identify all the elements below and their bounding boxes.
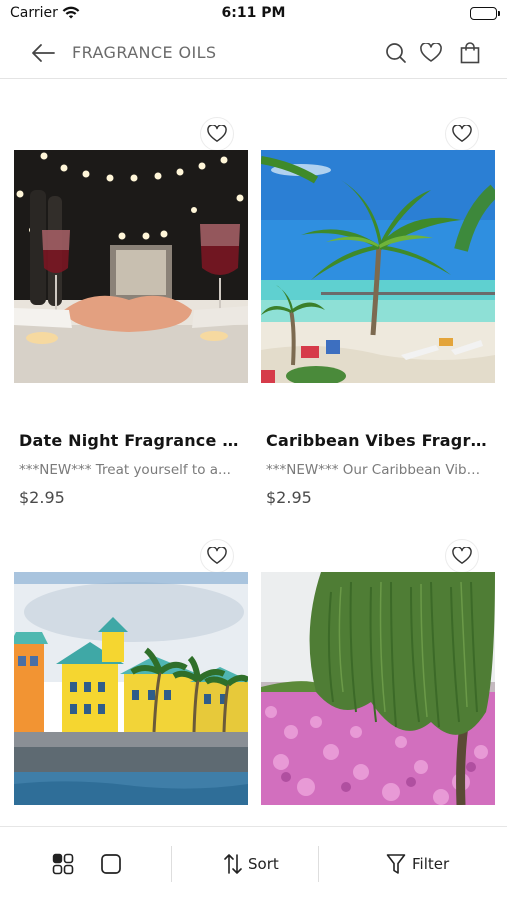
product-card[interactable] xyxy=(261,539,495,809)
product-description: ***NEW*** Treat yourself to a... xyxy=(19,462,231,478)
product-card[interactable]: Date Night Fragrance Oil ***NEW*** Treat… xyxy=(14,117,248,517)
battery-icon xyxy=(470,7,500,20)
search-button[interactable] xyxy=(382,39,410,67)
product-name[interactable]: Date Night Fragrance Oil xyxy=(19,431,244,450)
favorite-button[interactable] xyxy=(445,117,479,151)
divider xyxy=(318,846,319,882)
nav-header: FRAGRANCE OILS xyxy=(0,28,507,79)
product-card[interactable] xyxy=(14,539,248,809)
product-name[interactable]: Caribbean Vibes Fragrance Oil xyxy=(266,431,491,450)
search-icon xyxy=(386,43,406,63)
favorite-button[interactable] xyxy=(200,539,234,573)
sort-label: Sort xyxy=(248,855,279,873)
product-card[interactable]: Caribbean Vibes Fragrance Oil ***NEW*** … xyxy=(261,117,495,517)
favorite-button[interactable] xyxy=(200,117,234,151)
product-image[interactable] xyxy=(261,572,495,805)
sort-button[interactable]: Sort xyxy=(224,850,279,878)
clock: 6:11 PM xyxy=(221,5,286,21)
heart-icon xyxy=(207,125,227,142)
divider xyxy=(171,846,172,882)
product-price: $2.95 xyxy=(266,488,312,507)
filter-icon xyxy=(386,854,406,874)
wishlist-button[interactable] xyxy=(417,39,445,67)
heart-icon xyxy=(452,547,472,564)
heart-icon xyxy=(207,547,227,564)
page-title: FRAGRANCE OILS xyxy=(72,43,217,62)
square-icon xyxy=(101,854,121,874)
heart-icon xyxy=(420,43,442,62)
filter-label: Filter xyxy=(412,855,450,873)
favorite-button[interactable] xyxy=(445,539,479,573)
product-image[interactable] xyxy=(14,150,248,383)
product-image[interactable] xyxy=(261,150,495,383)
bottom-toolbar: Sort Filter xyxy=(0,826,507,900)
single-view-button[interactable] xyxy=(100,850,122,878)
shopping-bag-icon xyxy=(460,42,480,64)
back-button[interactable] xyxy=(28,39,58,67)
filter-button[interactable]: Filter xyxy=(386,850,449,878)
arrow-left-icon xyxy=(32,44,55,62)
status-bar: Carrier 6:11 PM xyxy=(0,0,507,28)
grid-icon xyxy=(52,853,74,875)
cart-button[interactable] xyxy=(456,39,484,67)
product-description: ***NEW*** Our Caribbean Vibes... xyxy=(266,462,488,478)
sort-icon xyxy=(224,854,242,874)
heart-icon xyxy=(452,125,472,142)
grid-view-button[interactable] xyxy=(52,850,74,878)
product-price: $2.95 xyxy=(19,488,65,507)
product-image[interactable] xyxy=(14,572,248,805)
